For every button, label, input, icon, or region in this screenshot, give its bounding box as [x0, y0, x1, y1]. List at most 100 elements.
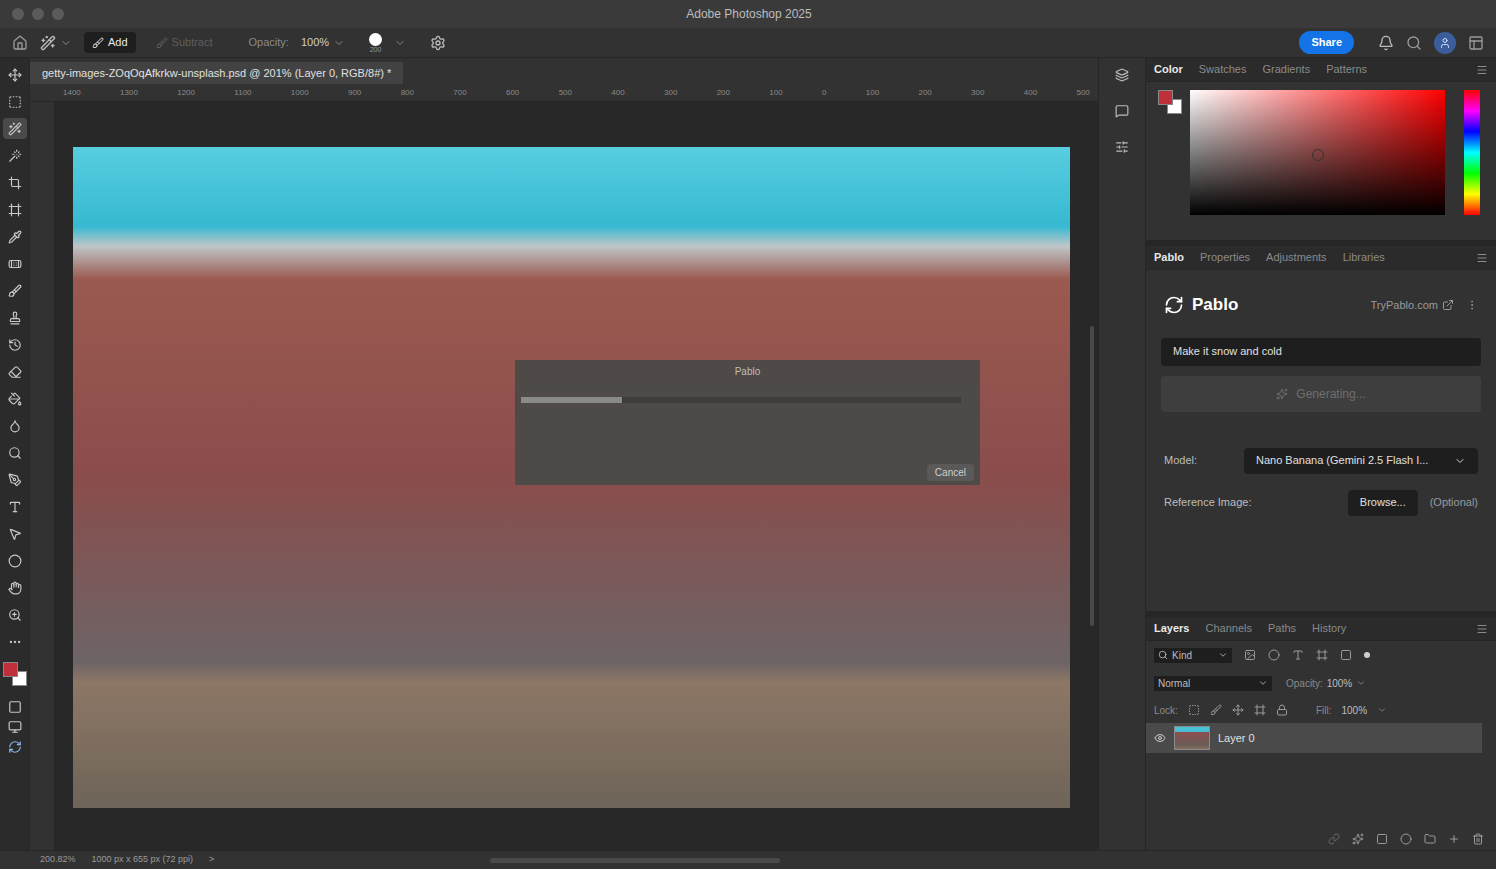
lock-transparent-icon[interactable] [1188, 704, 1200, 716]
lock-artboard-icon[interactable] [1254, 704, 1266, 716]
tool-button[interactable] [3, 307, 27, 328]
tool-button[interactable] [3, 172, 27, 193]
minimize-button[interactable] [32, 8, 44, 20]
fill-value[interactable]: 100% [1341, 703, 1367, 718]
panel-tab[interactable]: Channels [1205, 620, 1251, 637]
chevron-icon[interactable] [333, 37, 345, 49]
more-icon[interactable] [1466, 299, 1478, 311]
workspace-icon[interactable] [1468, 35, 1484, 51]
home-icon[interactable] [12, 35, 28, 51]
screen-mode-icon[interactable] [8, 720, 22, 734]
tool-button[interactable] [3, 442, 27, 463]
opacity-field[interactable]: 100% [301, 34, 345, 51]
properties-icon[interactable] [1115, 140, 1129, 154]
prompt-input[interactable]: Make it snow and cold [1161, 338, 1481, 366]
tool-button[interactable] [3, 604, 27, 625]
lock-all-icon[interactable] [1276, 704, 1288, 716]
smart-filter-icon[interactable] [1340, 649, 1352, 661]
tool-button[interactable] [3, 226, 27, 247]
vertical-scrollbar[interactable] [1090, 102, 1096, 850]
lock-pixels-icon[interactable] [1210, 704, 1222, 716]
panel-tab[interactable]: History [1312, 620, 1346, 637]
chevron-icon[interactable] [394, 37, 406, 49]
model-select[interactable]: Nano Banana (Gemini 2.5 Flash I... [1244, 448, 1478, 474]
type-filter-icon[interactable] [1292, 649, 1304, 661]
zoom-button[interactable] [52, 8, 64, 20]
layer-style-icon[interactable] [1352, 833, 1364, 845]
panel-menu-icon[interactable] [1476, 252, 1488, 264]
new-layer-icon[interactable] [1448, 833, 1460, 845]
close-button[interactable] [12, 8, 24, 20]
layers-icon[interactable] [1115, 68, 1129, 82]
document-tab[interactable]: getty-images-ZOqOqAfkrkw-unsplash.psd @ … [30, 62, 403, 84]
panel-tab[interactable]: Patterns [1326, 61, 1367, 78]
tool-button[interactable] [3, 523, 27, 544]
tool-button[interactable] [3, 334, 27, 355]
layer-opacity-value[interactable]: 100% [1327, 676, 1353, 691]
panel-tab[interactable]: Properties [1200, 249, 1250, 266]
tool-button[interactable] [3, 631, 27, 652]
share-button[interactable]: Share [1299, 31, 1354, 54]
color-swatches[interactable] [3, 662, 27, 686]
delete-layer-icon[interactable] [1472, 833, 1484, 845]
panel-tab[interactable]: Gradients [1262, 61, 1310, 78]
pixel-filter-icon[interactable] [1244, 649, 1256, 661]
chevron-icon[interactable] [1454, 455, 1466, 467]
tool-button[interactable] [3, 64, 27, 85]
horizontal-scrollbar[interactable] [490, 858, 780, 863]
comments-icon[interactable] [1115, 104, 1129, 118]
link-layers-icon[interactable] [1328, 833, 1340, 845]
panel-tab[interactable]: Layers [1154, 620, 1189, 637]
browse-button[interactable]: Browse... [1348, 490, 1418, 516]
status-menu-arrow[interactable]: > [209, 853, 214, 867]
tool-button[interactable] [3, 145, 27, 166]
quick-mask-icon[interactable] [8, 700, 22, 714]
tool-button[interactable] [3, 361, 27, 382]
tool-button[interactable] [3, 496, 27, 517]
blend-mode-select[interactable]: Normal [1154, 676, 1272, 691]
mask-icon[interactable] [1376, 833, 1388, 845]
visibility-icon[interactable] [1154, 732, 1166, 744]
foreground-swatch[interactable] [1158, 90, 1173, 105]
external-link-icon[interactable] [1442, 299, 1454, 311]
filter-select[interactable]: Kind [1154, 648, 1232, 663]
photo[interactable]: PabloCancel [73, 147, 1070, 808]
adjustment-layer-icon[interactable] [1400, 833, 1412, 845]
tool-button[interactable] [3, 388, 27, 409]
selection-mode-button[interactable]: Add [84, 32, 136, 53]
canvas[interactable]: PabloCancel [55, 102, 1098, 850]
tool-button[interactable] [3, 118, 27, 139]
lock-position-icon[interactable] [1232, 704, 1244, 716]
chevron-icon[interactable] [60, 37, 72, 49]
share-icon[interactable] [8, 740, 22, 754]
tool-button[interactable] [3, 415, 27, 436]
tool-preset-icon[interactable] [40, 35, 56, 51]
selection-mode-button[interactable]: Subtract [148, 32, 221, 53]
cancel-button[interactable]: Cancel [927, 464, 974, 481]
layer-row[interactable]: Layer 0 [1146, 723, 1482, 753]
panel-tab[interactable]: Color [1154, 61, 1183, 78]
zoom-level[interactable]: 200.82% [40, 853, 76, 867]
panel-tab[interactable]: Adjustments [1266, 249, 1327, 266]
panel-tab[interactable]: Libraries [1343, 249, 1385, 266]
avatar-icon[interactable] [1434, 32, 1456, 54]
tool-button[interactable] [3, 253, 27, 274]
panel-tab[interactable]: Swatches [1199, 61, 1247, 78]
panel-tab[interactable]: Paths [1268, 620, 1296, 637]
bell-icon[interactable] [1378, 35, 1394, 51]
color-field[interactable] [1190, 90, 1445, 215]
panel-menu-icon[interactable] [1476, 623, 1488, 635]
search-icon[interactable] [1406, 35, 1422, 51]
brush-size-picker[interactable]: 200 [369, 33, 382, 53]
plugin-link[interactable]: TryPablo.com [1371, 297, 1438, 314]
adjustment-filter-icon[interactable] [1268, 649, 1280, 661]
tool-button[interactable] [3, 91, 27, 112]
tool-button[interactable] [3, 550, 27, 571]
generate-button[interactable]: Generating... [1161, 376, 1481, 412]
panel-menu-icon[interactable] [1476, 64, 1488, 76]
hue-slider[interactable] [1464, 90, 1480, 215]
tool-button[interactable] [3, 577, 27, 598]
panel-tab[interactable]: Pablo [1154, 249, 1184, 266]
settings-icon[interactable] [430, 35, 446, 51]
tool-button[interactable] [3, 199, 27, 220]
